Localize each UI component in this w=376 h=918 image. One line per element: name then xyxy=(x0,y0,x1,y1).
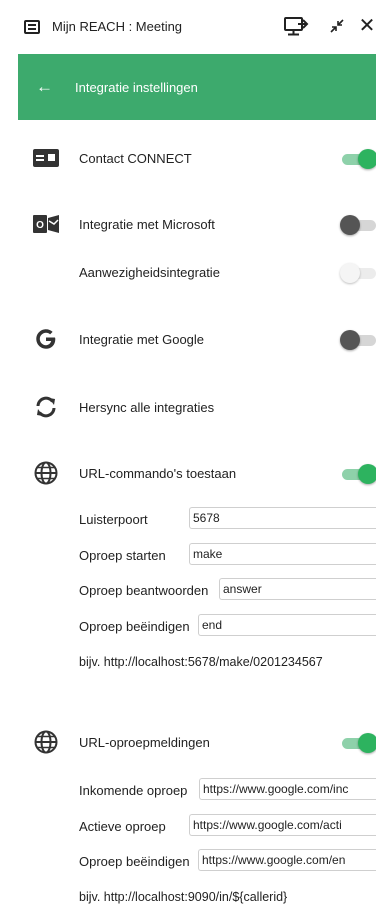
incoming-call-input[interactable] xyxy=(199,778,376,800)
google-label: Integratie met Google xyxy=(79,332,205,347)
google-toggle[interactable] xyxy=(340,330,376,350)
contact-connect-label: Contact CONNECT xyxy=(79,151,192,166)
url-commands-toggle[interactable] xyxy=(340,464,376,484)
google-icon xyxy=(32,325,60,353)
integration-row-contact-connect: Contact CONNECT xyxy=(0,143,376,173)
url-notifications-row: URL-oproepmeldingen xyxy=(0,727,376,757)
url-notifications-toggle[interactable] xyxy=(340,733,376,753)
presence-label: Aanwezigheidsintegratie xyxy=(79,265,220,280)
svg-text:O: O xyxy=(36,220,44,231)
window-titlebar: Mijn REACH : Meeting ✕ xyxy=(0,0,376,54)
end-call-input[interactable] xyxy=(198,614,376,636)
presence-toggle[interactable] xyxy=(340,263,376,283)
contact-connect-toggle[interactable] xyxy=(340,149,376,169)
url-notifications-example: bijv. http://localhost:9090/in/${calleri… xyxy=(79,890,288,904)
back-arrow-icon[interactable]: ← xyxy=(36,78,53,95)
page-title: Integratie instellingen xyxy=(75,80,198,95)
resync-row[interactable]: Hersync alle integraties xyxy=(0,392,376,422)
resync-label[interactable]: Hersync alle integraties xyxy=(79,400,214,415)
url-commands-label: URL-commando's toestaan xyxy=(79,466,237,481)
start-call-label: Oproep starten xyxy=(79,548,166,563)
answer-call-input[interactable] xyxy=(219,578,376,600)
url-commands-example: bijv. http://localhost:5678/make/0201234… xyxy=(79,655,323,669)
screen-share-icon[interactable] xyxy=(282,14,310,38)
microsoft-toggle[interactable] xyxy=(340,215,376,235)
minimize-icon[interactable] xyxy=(328,14,346,38)
page-header: ← Integratie instellingen xyxy=(18,54,376,120)
answer-call-label: Oproep beantwoorden xyxy=(79,583,209,598)
sync-icon[interactable] xyxy=(32,393,60,421)
listen-port-label: Luisterpoort xyxy=(79,512,148,527)
end-call-label: Oproep beëindigen xyxy=(79,619,190,634)
globe-icon xyxy=(32,728,60,756)
globe-icon xyxy=(32,459,60,487)
window-title: Mijn REACH : Meeting xyxy=(52,19,183,34)
menu-icon[interactable] xyxy=(24,20,40,34)
integration-row-google: Integratie met Google xyxy=(0,324,376,354)
listen-port-input[interactable] xyxy=(189,507,376,529)
active-call-label: Actieve oproep xyxy=(79,819,166,834)
call-ended-label: Oproep beëindigen xyxy=(79,854,190,869)
integration-row-microsoft: O Integratie met Microsoft xyxy=(0,209,376,239)
call-ended-input[interactable] xyxy=(198,849,376,871)
outlook-icon: O xyxy=(32,210,60,238)
incoming-call-label: Inkomende oproep xyxy=(79,783,188,798)
close-icon[interactable]: ✕ xyxy=(358,14,376,38)
start-call-input[interactable] xyxy=(189,543,376,565)
integration-row-presence: Aanwezigheidsintegratie xyxy=(0,257,376,287)
url-notifications-label: URL-oproepmeldingen xyxy=(79,735,210,750)
url-commands-row: URL-commando's toestaan xyxy=(0,458,376,488)
microsoft-label: Integratie met Microsoft xyxy=(79,217,215,232)
active-call-input[interactable] xyxy=(189,814,376,836)
contact-card-icon xyxy=(32,144,60,172)
